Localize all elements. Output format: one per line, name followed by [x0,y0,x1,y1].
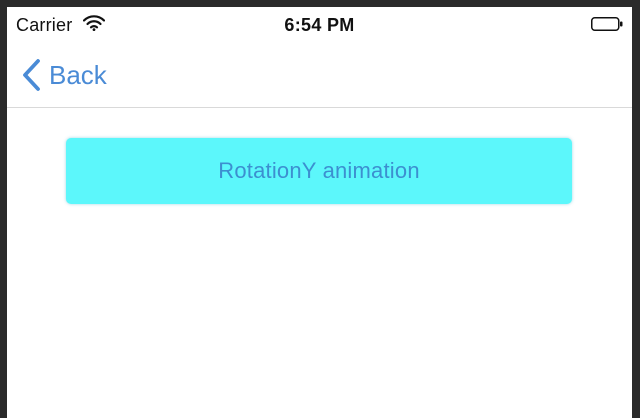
battery-icon [591,17,623,31]
back-label: Back [49,59,107,90]
status-bar: Carrier 6:54 PM [7,7,632,43]
app-screen: Carrier 6:54 PM Back RotationY animation [7,7,632,418]
main-content: RotationY animation [7,108,632,418]
chevron-left-icon [23,59,40,91]
navigation-bar: Back [7,43,632,108]
rotation-y-animation-label: RotationY animation [218,158,420,183]
back-button[interactable]: Back [21,55,107,95]
rotation-y-animation-button[interactable]: RotationY animation [66,138,572,204]
status-time: 6:54 PM [284,15,355,35]
